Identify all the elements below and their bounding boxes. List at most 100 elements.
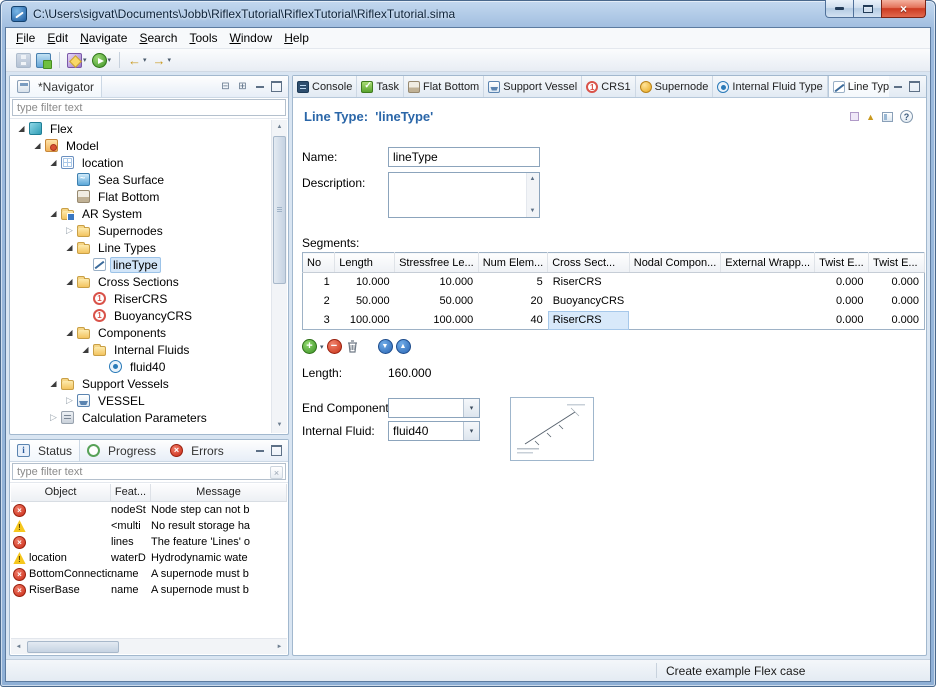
new-window-icon[interactable] (882, 112, 893, 122)
expand-open-icon[interactable]: ◢ (79, 341, 92, 358)
help-icon[interactable]: ? (900, 110, 913, 123)
editor-tab-support-vessel[interactable]: Support Vessel (484, 76, 582, 97)
back-button[interactable]: ←▾ (125, 51, 149, 70)
expand-open-icon[interactable]: ◢ (31, 137, 44, 154)
segment-row[interactable]: 250.00050.00020BuoyancyCRS0.0000.000 (303, 292, 925, 311)
expand-open-icon[interactable]: ◢ (47, 154, 60, 171)
tree-item-location[interactable]: ◢location (11, 154, 271, 171)
menu-window[interactable]: Window (224, 29, 279, 47)
column-twist-e-header[interactable]: Twist E... (815, 253, 869, 273)
menu-navigate[interactable]: Navigate (74, 29, 133, 47)
link-editor-icon[interactable]: ⊞ (234, 79, 251, 94)
scroll-down-icon[interactable]: ▼ (272, 418, 287, 433)
editor-tab-console[interactable]: Console (293, 76, 357, 97)
collapse-all-icon[interactable]: ⊟ (217, 79, 234, 94)
run-button[interactable]: ▾ (90, 51, 114, 70)
scroll-right-icon[interactable]: ► (272, 639, 287, 655)
tree-item-risercrs[interactable]: RiserCRS (11, 290, 271, 307)
tree-item-fluid40[interactable]: fluid40 (11, 358, 271, 375)
minimize-view-icon[interactable] (251, 79, 268, 94)
expand-open-icon[interactable]: ◢ (15, 120, 28, 137)
expand-open-icon[interactable]: ◢ (63, 324, 76, 341)
problem-row[interactable]: !locationwaterDHydrodynamic wate (11, 550, 287, 566)
editor-tab-crs1[interactable]: CRS1 (582, 76, 635, 97)
menu-help[interactable]: Help (278, 29, 315, 47)
column-cross-sect-header[interactable]: Cross Sect... (548, 253, 630, 273)
tab-status[interactable]: Status (10, 440, 80, 461)
minimize-view-icon[interactable] (889, 79, 906, 94)
import-button[interactable] (34, 51, 53, 70)
hscrollbar-thumb[interactable] (27, 641, 119, 653)
tree-item-model[interactable]: ◢Model (11, 137, 271, 154)
navigator-scrollbar[interactable]: ▲ ▼ (271, 120, 287, 433)
name-input[interactable] (388, 147, 540, 167)
editor-tab-flat-bottom[interactable]: Flat Bottom (404, 76, 484, 97)
column-header-object[interactable]: Object (11, 484, 111, 501)
menu-edit[interactable]: Edit (41, 29, 74, 47)
scroll-left-icon[interactable]: ◄ (11, 639, 26, 655)
menu-file[interactable]: File (10, 29, 41, 47)
navigator-tab[interactable]: *Navigator (10, 76, 102, 97)
chevron-down-icon[interactable]: ▾ (143, 56, 147, 64)
column-twist-e-header[interactable]: Twist E... (868, 253, 924, 273)
maximize-view-icon[interactable] (268, 443, 285, 458)
tree-item-supernodes[interactable]: ▷Supernodes (11, 222, 271, 239)
tree-item-line-types[interactable]: ◢Line Types (11, 239, 271, 256)
maximize-view-icon[interactable] (906, 79, 923, 94)
title-bar[interactable]: C:\Users\sigvat\Documents\Jobb\RiflexTut… (1, 1, 935, 27)
menu-search[interactable]: Search (133, 29, 183, 47)
maximize-view-icon[interactable] (268, 79, 285, 94)
forward-button[interactable]: →▾ (150, 51, 174, 70)
problem-row[interactable]: ×RiserBasenameA supernode must b (11, 582, 287, 598)
tab-progress[interactable]: Progress (80, 440, 163, 461)
expand-closed-icon[interactable]: ▷ (63, 392, 76, 409)
column-header-message[interactable]: Message (151, 484, 287, 501)
problem-row[interactable]: ×BottomConnectionnameA supernode must b (11, 566, 287, 582)
expand-closed-icon[interactable]: ▷ (63, 222, 76, 239)
tree-item-flat-bottom[interactable]: Flat Bottom (11, 188, 271, 205)
pin-icon[interactable] (850, 112, 859, 121)
scroll-down-icon[interactable]: ▼ (526, 206, 539, 216)
tree-item-linetype[interactable]: lineType (11, 256, 271, 273)
expand-closed-icon[interactable]: ▷ (47, 409, 60, 426)
end-component-select[interactable]: ▾ (388, 398, 480, 418)
status-filter-input[interactable] (12, 463, 286, 480)
column-length-header[interactable]: Length (335, 253, 395, 273)
editor-tab-internal-fluid-type[interactable]: Internal Fluid Type (713, 76, 827, 97)
chevron-down-icon[interactable]: ▾ (463, 399, 479, 417)
tree-item-calculation-parameters[interactable]: ▷Calculation Parameters (11, 409, 271, 426)
column-no-header[interactable]: No (303, 253, 335, 273)
editor-tab-line-type[interactable]: Line Type× (828, 76, 889, 97)
tree-item-components[interactable]: ◢Components (11, 324, 271, 341)
problem-row[interactable]: ×linesThe feature 'Lines' o (11, 534, 287, 550)
tree-item-cross-sections[interactable]: ◢Cross Sections (11, 273, 271, 290)
add-segment-button[interactable]: + (302, 339, 317, 354)
delete-icon[interactable] (345, 339, 360, 354)
segments-grid[interactable]: NoLengthStressfree Le...Num Elem...Cross… (302, 252, 925, 330)
tab-errors[interactable]: Errors (163, 440, 231, 461)
move-up-button[interactable]: ▲ (396, 339, 411, 354)
expand-open-icon[interactable]: ◢ (47, 375, 60, 392)
tree-item-support-vessels[interactable]: ◢Support Vessels (11, 375, 271, 392)
remove-segment-button[interactable]: − (327, 339, 342, 354)
column-nodal-compon-header[interactable]: Nodal Compon... (629, 253, 721, 273)
scroll-up-icon[interactable]: ▲ (526, 174, 539, 184)
chevron-down-icon[interactable]: ▾ (108, 56, 112, 64)
chevron-down-icon[interactable]: ▾ (168, 56, 172, 64)
menu-tools[interactable]: Tools (183, 29, 223, 47)
minimize-view-icon[interactable] (251, 443, 268, 458)
tree-item-buoyancycrs[interactable]: BuoyancyCRS (11, 307, 271, 324)
navigator-filter-input[interactable] (12, 99, 286, 116)
close-button[interactable]: × (881, 0, 926, 18)
status-hscrollbar[interactable]: ◄ ► (11, 638, 287, 654)
editor-tab-supernode[interactable]: Supernode (636, 76, 714, 97)
tree-item-ar-system[interactable]: ◢AR System (11, 205, 271, 222)
chevron-down-icon[interactable]: ▾ (83, 56, 87, 64)
minimize-button[interactable] (825, 0, 854, 18)
segment-row[interactable]: 3100.000100.00040RiserCRS0.0000.000 (303, 311, 925, 330)
column-stressfree-le-header[interactable]: Stressfree Le... (395, 253, 479, 273)
scroll-up-icon[interactable]: ▲ (272, 120, 287, 135)
maximize-button[interactable] (853, 0, 882, 18)
description-input[interactable]: ▲ ▼ (388, 172, 540, 218)
expand-open-icon[interactable]: ◢ (63, 239, 76, 256)
